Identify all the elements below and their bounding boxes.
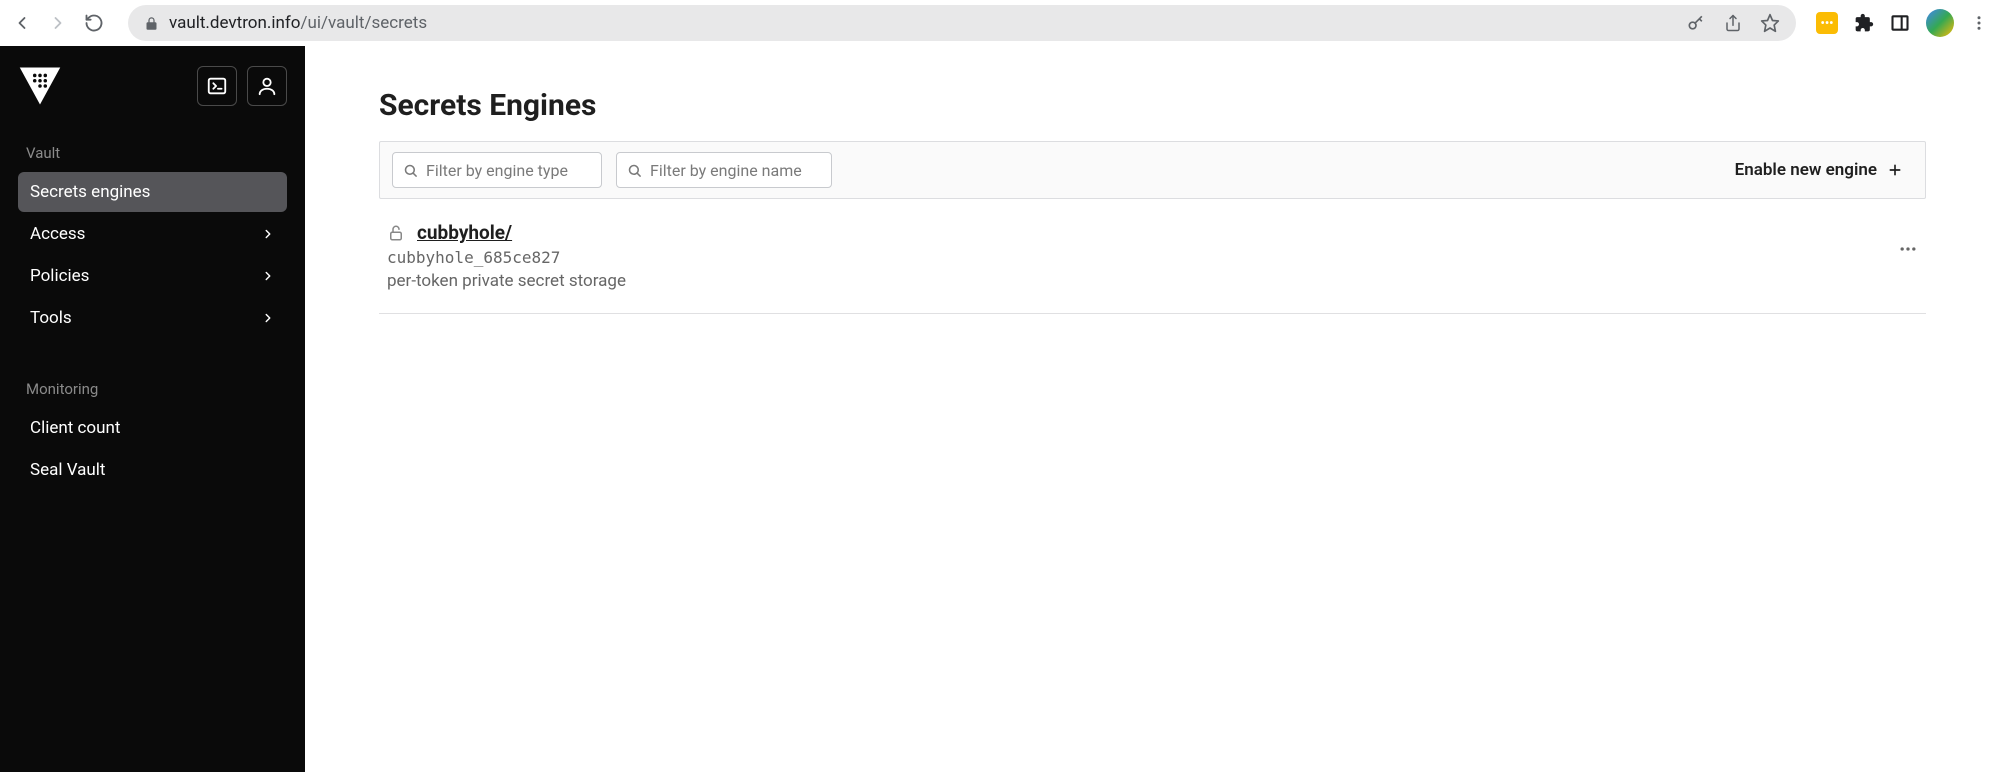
sidebar-section-vault: Vault <box>18 136 287 170</box>
browser-actions: ••• <box>1804 9 1988 37</box>
filter-name-input-wrap[interactable] <box>616 152 832 188</box>
panel-icon[interactable] <box>1890 13 1910 33</box>
engine-info: cubbyhole/ cubbyhole_685ce827 per-token … <box>387 221 1898 291</box>
vault-logo[interactable] <box>18 64 62 108</box>
star-icon[interactable] <box>1760 13 1780 33</box>
sidebar-item-label: Secrets engines <box>30 182 150 202</box>
share-icon[interactable] <box>1724 14 1742 32</box>
app: Vault Secrets engines Access Policies To… <box>0 46 2000 772</box>
sidebar-item-seal-vault[interactable]: Seal Vault <box>18 450 287 490</box>
search-icon <box>627 163 642 178</box>
sidebar-item-access[interactable]: Access <box>18 214 287 254</box>
search-icon <box>403 163 418 178</box>
extension-badge[interactable]: ••• <box>1816 12 1838 34</box>
filter-type-input-wrap[interactable] <box>392 152 602 188</box>
reload-button[interactable] <box>84 13 104 33</box>
page-title: Secrets Engines <box>379 88 1926 123</box>
sidebar-item-client-count[interactable]: Client count <box>18 408 287 448</box>
sidebar-item-policies[interactable]: Policies <box>18 256 287 296</box>
engine-description: per-token private secret storage <box>387 271 1898 291</box>
engine-row: cubbyhole/ cubbyhole_685ce827 per-token … <box>379 199 1926 314</box>
sidebar-item-label: Tools <box>30 308 72 328</box>
plus-icon <box>1887 162 1903 178</box>
key-icon[interactable] <box>1686 13 1706 33</box>
sidebar: Vault Secrets engines Access Policies To… <box>0 46 305 772</box>
browser-nav <box>12 13 120 33</box>
address-bar-right <box>1686 13 1780 33</box>
enable-new-engine-button[interactable]: Enable new engine <box>1735 160 1913 180</box>
address-bar[interactable]: vault.devtron.info/ui/vault/secrets <box>128 5 1796 41</box>
browser-toolbar: vault.devtron.info/ui/vault/secrets ••• <box>0 0 2000 46</box>
sidebar-top-icons <box>197 66 287 106</box>
url-text: vault.devtron.info/ui/vault/secrets <box>169 13 427 33</box>
chevron-right-icon <box>261 311 275 325</box>
chevron-right-icon <box>261 227 275 241</box>
back-button[interactable] <box>12 13 32 33</box>
sidebar-item-label: Policies <box>30 266 89 286</box>
user-button[interactable] <box>247 66 287 106</box>
chevron-right-icon <box>261 269 275 283</box>
main-content: Secrets Engines Enable new engine <box>305 46 2000 772</box>
sidebar-item-label: Access <box>30 224 85 244</box>
sidebar-top <box>18 64 287 108</box>
enable-new-label: Enable new engine <box>1735 160 1877 180</box>
filter-type-input[interactable] <box>426 161 629 180</box>
sidebar-item-label: Seal Vault <box>30 460 105 480</box>
engine-name-link[interactable]: cubbyhole/ <box>417 221 512 244</box>
profile-avatar[interactable] <box>1926 9 1954 37</box>
sidebar-section-monitoring: Monitoring <box>18 372 287 406</box>
menu-icon[interactable] <box>1970 14 1988 32</box>
forward-button[interactable] <box>48 13 68 33</box>
filter-bar: Enable new engine <box>379 141 1926 199</box>
sidebar-item-label: Client count <box>30 418 120 438</box>
sidebar-item-secrets-engines[interactable]: Secrets engines <box>18 172 287 212</box>
filter-name-input[interactable] <box>650 161 853 180</box>
lock-open-icon <box>387 224 405 242</box>
terminal-button[interactable] <box>197 66 237 106</box>
engine-actions-menu[interactable] <box>1898 221 1918 259</box>
lock-icon <box>144 16 159 31</box>
sidebar-item-tools[interactable]: Tools <box>18 298 287 338</box>
engine-name-line: cubbyhole/ <box>387 221 1898 244</box>
engine-id: cubbyhole_685ce827 <box>387 248 1898 267</box>
extensions-icon[interactable] <box>1854 13 1874 33</box>
